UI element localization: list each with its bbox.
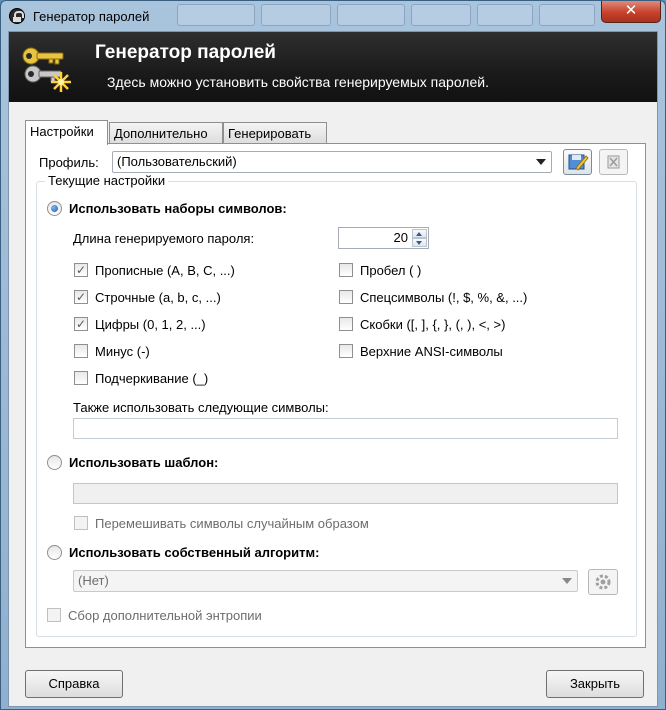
brackets-label[interactable]: Скобки ([, ], {, }, (, ), <, >)	[360, 317, 505, 332]
spin-up-icon[interactable]	[412, 229, 427, 238]
entropy-checkbox[interactable]	[47, 608, 61, 622]
chevron-down-icon	[562, 578, 572, 584]
background-taskbar-item	[261, 4, 331, 26]
also-use-label: Также использовать следующие символы:	[73, 400, 329, 415]
custom-algorithm-label[interactable]: Использовать собственный алгоритм:	[69, 545, 319, 560]
delete-profile-button[interactable]	[599, 149, 628, 175]
uppercase-checkbox[interactable]: ✓	[74, 263, 88, 277]
save-profile-button[interactable]	[563, 149, 592, 175]
length-label: Длина генерируемого пароля:	[73, 231, 255, 246]
save-profile-icon	[568, 154, 589, 171]
high-ansi-label[interactable]: Верхние ANSI-символы	[360, 344, 503, 359]
banner-title: Генератор паролей	[95, 42, 276, 63]
banner-subtitle: Здесь можно установить свойства генериру…	[107, 74, 489, 90]
also-use-input[interactable]	[73, 418, 618, 439]
uppercase-label[interactable]: Прописные (A, B, C, ...)	[95, 263, 235, 278]
underscore-label[interactable]: Подчеркивание (_)	[95, 371, 208, 386]
spinner-buttons	[412, 229, 427, 247]
shuffle-checkbox[interactable]	[74, 516, 88, 530]
header-banner: Генератор паролей Здесь можно установить…	[9, 32, 657, 102]
digits-label[interactable]: Цифры (0, 1, 2, ...)	[95, 317, 206, 332]
lowercase-checkbox[interactable]: ✓	[74, 290, 88, 304]
profile-value: (Пользовательский)	[117, 154, 237, 169]
gear-icon	[595, 574, 611, 590]
window-close-button[interactable]: ✕	[601, 1, 661, 23]
underscore-checkbox[interactable]	[74, 371, 88, 385]
group-legend: Текущие настройки	[45, 173, 169, 188]
special-label[interactable]: Спецсимволы (!, $, %, &, ...)	[360, 290, 527, 305]
tab-advanced[interactable]: Дополнительно	[109, 122, 223, 144]
tab-generate[interactable]: Генерировать	[223, 122, 327, 144]
settings-panel: Профиль: (Пользовательский) Текущие наст…	[25, 143, 646, 648]
profile-select[interactable]: (Пользовательский)	[112, 151, 552, 173]
length-value: 20	[393, 230, 408, 245]
background-taskbar-item	[177, 4, 255, 26]
tab-settings[interactable]: Настройки	[25, 120, 108, 145]
high-ansi-checkbox[interactable]	[339, 344, 353, 358]
window-title: Генератор паролей	[33, 9, 150, 24]
close-button[interactable]: Закрыть	[546, 670, 644, 698]
brackets-checkbox[interactable]	[339, 317, 353, 331]
space-checkbox[interactable]	[339, 263, 353, 277]
dialog-window: Генератор паролей ✕ Генератор паролей Зд…	[0, 0, 666, 710]
length-spinner[interactable]: 20	[338, 227, 429, 249]
current-settings-group: Текущие настройки Использовать наборы си…	[36, 173, 637, 637]
pattern-input[interactable]	[73, 483, 618, 504]
title-bar[interactable]: Генератор паролей ✕	[1, 1, 665, 31]
keys-icon	[22, 47, 71, 92]
chevron-down-icon	[536, 159, 546, 165]
background-taskbar-item	[337, 4, 405, 26]
dialog-client: Генератор паролей Здесь можно установить…	[8, 31, 658, 707]
charsets-radio[interactable]	[47, 201, 62, 216]
custom-algorithm-radio[interactable]	[47, 545, 62, 560]
minus-checkbox[interactable]	[74, 344, 88, 358]
shuffle-label[interactable]: Перемешивать символы случайным образом	[95, 516, 369, 531]
pattern-radio[interactable]	[47, 455, 62, 470]
pattern-label[interactable]: Использовать шаблон:	[69, 455, 218, 470]
special-checkbox[interactable]	[339, 290, 353, 304]
help-button[interactable]: Справка	[25, 670, 123, 698]
delete-icon	[607, 155, 620, 169]
digits-checkbox[interactable]: ✓	[74, 317, 88, 331]
spin-down-icon[interactable]	[412, 238, 427, 247]
lock-icon	[9, 8, 25, 24]
algorithm-options-button[interactable]	[588, 569, 618, 595]
algorithm-value: (Нет)	[78, 573, 109, 588]
space-label[interactable]: Пробел ( )	[360, 263, 421, 278]
background-taskbar-item	[539, 4, 595, 26]
profile-label: Профиль:	[39, 155, 99, 170]
entropy-label[interactable]: Сбор дополнительной энтропии	[68, 608, 262, 623]
minus-label[interactable]: Минус (-)	[95, 344, 150, 359]
background-taskbar-item	[477, 4, 533, 26]
background-taskbar-item	[411, 4, 471, 26]
lowercase-label[interactable]: Строчные (a, b, c, ...)	[95, 290, 221, 305]
algorithm-select[interactable]: (Нет)	[73, 570, 578, 592]
charsets-label[interactable]: Использовать наборы символов:	[69, 201, 287, 216]
